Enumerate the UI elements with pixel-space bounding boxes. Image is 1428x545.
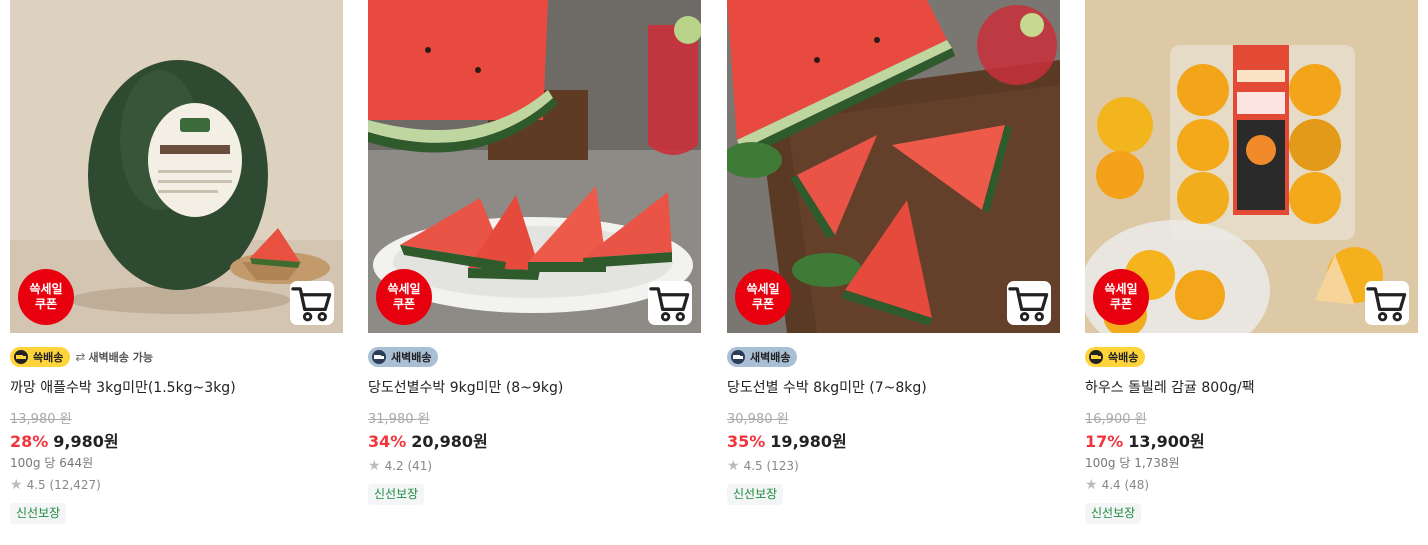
rating-score: 4.5 bbox=[743, 459, 763, 473]
original-price: 30,980 원 bbox=[727, 412, 789, 427]
delivery-label: 새벽배송 bbox=[391, 351, 432, 364]
product-card[interactable]: 쓱세일 쿠폰 새벽배송 당도선별수박 9kg미만 (8~9kg) 31,980 … bbox=[368, 0, 701, 505]
fresh-guarantee-tag: 신선보장 bbox=[1085, 503, 1142, 524]
rating: ★ 4.5 (123) bbox=[727, 457, 1060, 475]
sale-price: 9,980원 bbox=[53, 432, 119, 451]
product-card[interactable]: 쓱세일 쿠폰 쓱배송 ⇄ 새벽배송 가능 까망 애플수박 3kg미만(1.5kg… bbox=[10, 0, 343, 524]
original-price: 13,980 원 bbox=[10, 412, 72, 427]
review-count: (12,427) bbox=[49, 478, 101, 492]
delivery-label: 새벽배송 bbox=[750, 351, 791, 364]
cart-icon bbox=[1008, 286, 1049, 321]
dawn-delivery-label: 새벽배송 가능 bbox=[88, 351, 153, 364]
star-icon: ★ bbox=[368, 458, 381, 474]
unit-price: 100g 당 1,738원 bbox=[1085, 456, 1180, 470]
delivery-info: 새벽배송 bbox=[727, 346, 1060, 368]
product-name[interactable]: 까망 애플수박 3kg미만(1.5kg~3kg) bbox=[10, 378, 343, 398]
star-icon: ★ bbox=[727, 458, 740, 474]
price-row: 34% 20,980원 bbox=[368, 431, 701, 453]
fresh-guarantee-tag: 신선보장 bbox=[368, 484, 425, 505]
dawn-delivery-badge: 새벽배송 bbox=[368, 347, 439, 367]
delivery-label: 쓱배송 bbox=[33, 351, 64, 364]
add-to-cart-button[interactable] bbox=[1007, 281, 1051, 325]
rating: ★ 4.4 (48) bbox=[1085, 476, 1418, 494]
sale-price: 13,900원 bbox=[1128, 432, 1205, 451]
truck-icon bbox=[1089, 350, 1103, 364]
review-count: (123) bbox=[766, 459, 799, 473]
rating: ★ 4.2 (41) bbox=[368, 457, 701, 475]
star-icon: ★ bbox=[1085, 477, 1098, 493]
discount-rate: 34% bbox=[368, 432, 407, 451]
discount-rate: 28% bbox=[10, 432, 49, 451]
dawn-delivery-badge: 새벽배송 bbox=[727, 347, 798, 367]
truck-icon bbox=[731, 350, 745, 364]
discount-rate: 35% bbox=[727, 432, 766, 451]
sale-coupon-badge: 쓱세일 쿠폰 bbox=[735, 269, 791, 325]
review-count: (41) bbox=[407, 459, 433, 473]
truck-icon bbox=[14, 350, 28, 364]
sale-price: 19,980원 bbox=[770, 432, 847, 451]
price-row: 28% 9,980원 bbox=[10, 431, 343, 453]
delivery-info: 새벽배송 bbox=[368, 346, 701, 368]
discount-rate: 17% bbox=[1085, 432, 1124, 451]
product-name[interactable]: 당도선별 수박 8kg미만 (7~8kg) bbox=[727, 378, 1060, 398]
sale-coupon-badge: 쓱세일 쿠폰 bbox=[18, 269, 74, 325]
ssg-delivery-badge: 쓱배송 bbox=[10, 347, 71, 367]
delivery-info: 쓱배송 bbox=[1085, 346, 1418, 368]
fresh-guarantee-tag: 신선보장 bbox=[10, 503, 67, 524]
cart-icon bbox=[291, 286, 332, 321]
add-to-cart-button[interactable] bbox=[648, 281, 692, 325]
rating-score: 4.5 bbox=[26, 478, 46, 492]
product-grid: 쓱세일 쿠폰 쓱배송 ⇄ 새벽배송 가능 까망 애플수박 3kg미만(1.5kg… bbox=[0, 0, 1428, 545]
star-icon: ★ bbox=[10, 477, 23, 493]
swap-icon: ⇄ bbox=[75, 350, 86, 364]
product-image[interactable]: 쓱세일 쿠폰 bbox=[1085, 0, 1418, 333]
product-card[interactable]: 쓱세일 쿠폰 새벽배송 당도선별 수박 8kg미만 (7~8kg) 30,980… bbox=[727, 0, 1060, 505]
sale-coupon-badge: 쓱세일 쿠폰 bbox=[1093, 269, 1149, 325]
product-name[interactable]: 하우스 돌빌레 감귤 800g/팩 bbox=[1085, 378, 1418, 398]
rating-score: 4.2 bbox=[384, 459, 404, 473]
price-row: 17% 13,900원 bbox=[1085, 431, 1418, 453]
fresh-guarantee-tag: 신선보장 bbox=[727, 484, 784, 505]
add-to-cart-button[interactable] bbox=[1365, 281, 1409, 325]
price-row: 35% 19,980원 bbox=[727, 431, 1060, 453]
delivery-label: 쓱배송 bbox=[1108, 351, 1139, 364]
original-price: 16,900 원 bbox=[1085, 412, 1147, 427]
rating: ★ 4.5 (12,427) bbox=[10, 476, 343, 494]
ssg-delivery-badge: 쓱배송 bbox=[1085, 347, 1146, 367]
product-image[interactable]: 쓱세일 쿠폰 bbox=[10, 0, 343, 333]
sale-price: 20,980원 bbox=[411, 432, 488, 451]
original-price: 31,980 원 bbox=[368, 412, 430, 427]
product-image[interactable]: 쓱세일 쿠폰 bbox=[368, 0, 701, 333]
rating-score: 4.4 bbox=[1101, 478, 1121, 492]
add-to-cart-button[interactable] bbox=[290, 281, 334, 325]
product-name[interactable]: 당도선별수박 9kg미만 (8~9kg) bbox=[368, 378, 701, 398]
sale-coupon-badge: 쓱세일 쿠폰 bbox=[376, 269, 432, 325]
delivery-info: 쓱배송 ⇄ 새벽배송 가능 bbox=[10, 346, 343, 368]
review-count: (48) bbox=[1124, 478, 1150, 492]
product-card[interactable]: 쓱세일 쿠폰 쓱배송 하우스 돌빌레 감귤 800g/팩 16,900 원 17… bbox=[1085, 0, 1418, 524]
product-image[interactable]: 쓱세일 쿠폰 bbox=[727, 0, 1060, 333]
unit-price: 100g 당 644원 bbox=[10, 456, 94, 470]
truck-icon bbox=[372, 350, 386, 364]
cart-icon bbox=[1366, 286, 1407, 321]
dawn-delivery-available: ⇄ 새벽배송 가능 bbox=[75, 349, 153, 365]
cart-icon bbox=[649, 286, 690, 321]
